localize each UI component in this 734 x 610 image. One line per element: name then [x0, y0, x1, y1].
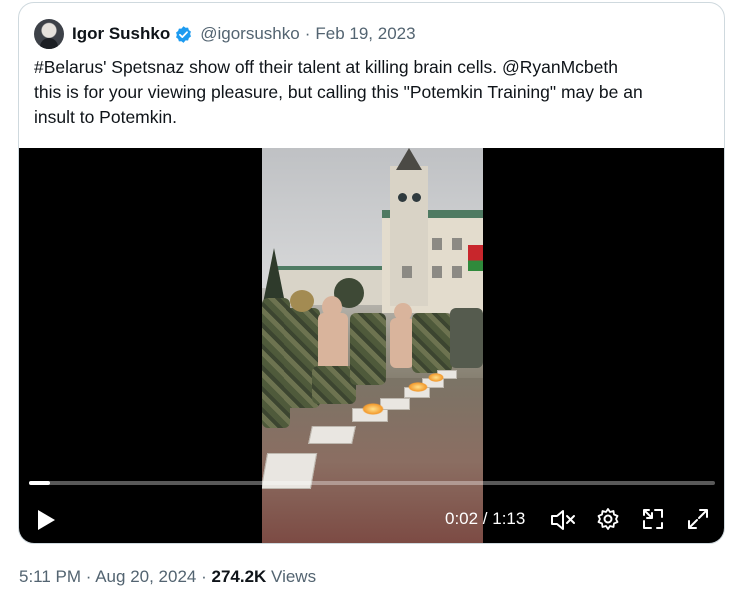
video-progress-bar[interactable] — [29, 481, 715, 485]
author-handle[interactable]: @igorsushko — [200, 24, 299, 44]
video-progress-fill — [29, 481, 50, 485]
tweet-text: #Belarus' Spetsnaz show off their talent… — [34, 57, 643, 127]
fullscreen-icon[interactable] — [686, 507, 710, 531]
volume-muted-icon[interactable] — [550, 508, 576, 532]
tweet-card[interactable]: Igor Sushko @igorsushko · Feb 19, 2023 #… — [18, 2, 725, 544]
views-count: 274.2K — [211, 567, 267, 586]
minimize-icon[interactable] — [641, 507, 665, 531]
video-player[interactable]: 0:02 / 1:13 — [19, 148, 724, 543]
tweet-timestamp[interactable]: 5:11 PM · Aug 20, 2024 · — [19, 567, 211, 586]
tweet-date[interactable]: Feb 19, 2023 — [315, 24, 415, 44]
verified-badge-icon[interactable] — [174, 25, 193, 44]
video-time-display: 0:02 / 1:13 — [445, 509, 526, 528]
author-name[interactable]: Igor Sushko — [72, 24, 170, 44]
settings-gear-icon[interactable] — [596, 507, 620, 531]
views-label: Views — [266, 567, 317, 586]
avatar[interactable] — [34, 19, 64, 49]
tweet-header: Igor Sushko @igorsushko · Feb 19, 2023 — [34, 16, 416, 52]
play-icon[interactable] — [36, 509, 56, 531]
tweet-footer: 5:11 PM · Aug 20, 2024 · 274.2K Views — [19, 567, 316, 587]
header-separator: · — [304, 24, 311, 43]
